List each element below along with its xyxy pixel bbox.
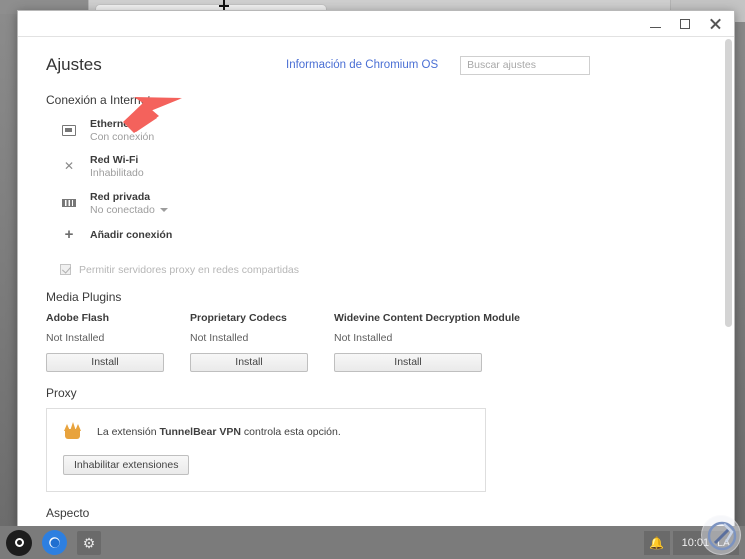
section-title-proxy: Proxy bbox=[46, 385, 77, 400]
plugin-column-proprietary-codecs: Proprietary Codecs Not Installed Install bbox=[190, 312, 334, 372]
maximize-button[interactable] bbox=[670, 11, 700, 37]
crown-icon bbox=[63, 421, 83, 441]
network-status: No conectado bbox=[90, 204, 168, 217]
plugin-name: Proprietary Codecs bbox=[190, 311, 287, 324]
chevron-down-icon[interactable] bbox=[159, 208, 168, 213]
settings-content: Ajustes Información de Chromium OS Conex… bbox=[18, 37, 734, 527]
network-name: Red privada bbox=[90, 190, 151, 203]
vpn-icon bbox=[60, 194, 78, 212]
chromeos-desktop: Ajustes Información de Chromium OS Conex… bbox=[0, 0, 745, 559]
proxy-notice-box: La extensión TunnelBear VPN controla est… bbox=[46, 407, 486, 493]
chromium-os-info-link[interactable]: Información de Chromium OS bbox=[286, 59, 438, 71]
shelf-app-list: ⚙ bbox=[0, 529, 101, 556]
window-controls bbox=[640, 11, 730, 37]
allow-proxy-label: Permitir servidores proxy en redes compa… bbox=[79, 263, 299, 276]
install-button-adobe-flash[interactable]: Install bbox=[46, 352, 164, 372]
install-button-widevine[interactable]: Install bbox=[334, 352, 482, 372]
plugin-name: Widevine Content Decryption Module bbox=[334, 311, 520, 324]
network-status-text: Inhabilitado bbox=[90, 167, 144, 180]
search-input[interactable] bbox=[460, 55, 591, 75]
plugin-status: Not Installed bbox=[334, 331, 393, 344]
allow-proxy-checkbox[interactable] bbox=[60, 264, 71, 276]
network-status: Con conexión bbox=[90, 131, 154, 144]
settings-scrollbar[interactable] bbox=[723, 37, 734, 527]
page-title: Ajustes bbox=[46, 55, 102, 74]
network-list: Ethernet Con conexión ✕ Red Wi-Fi Inhabi… bbox=[46, 113, 706, 248]
network-status: Inhabilitado bbox=[90, 167, 144, 180]
shelf: ⚙ 🔔 10:01 LA bbox=[0, 526, 745, 559]
plugin-status: Not Installed bbox=[190, 331, 249, 344]
plus-icon: + bbox=[64, 225, 74, 243]
network-row-vpn[interactable]: Red privada No conectado bbox=[46, 186, 706, 222]
proxy-notice-prefix: La extensión bbox=[97, 425, 160, 438]
settings-window: Ajustes Información de Chromium OS Conex… bbox=[17, 10, 735, 528]
title-bar[interactable] bbox=[18, 11, 734, 37]
settings-header: Ajustes Información de Chromium OS bbox=[46, 37, 706, 83]
proxy-extension-name: TunnelBear VPN bbox=[159, 425, 241, 438]
allow-proxy-shared-networks-row[interactable]: Permitir servidores proxy en redes compa… bbox=[60, 264, 706, 276]
minimize-icon bbox=[649, 26, 661, 28]
plugin-status: Not Installed bbox=[46, 331, 105, 344]
section-title-appearance: Aspecto bbox=[46, 506, 90, 521]
add-connection-label: Añadir conexión bbox=[90, 228, 173, 241]
plugin-name: Adobe Flash bbox=[46, 311, 110, 324]
scrollbar-thumb[interactable] bbox=[725, 39, 732, 327]
watermark-overlay bbox=[701, 515, 741, 555]
network-name: Ethernet bbox=[90, 118, 133, 130]
minimize-button[interactable] bbox=[640, 11, 670, 37]
section-title-media-plugins: Media Plugins bbox=[46, 289, 122, 304]
network-status-text: No conectado bbox=[90, 203, 155, 216]
notifications-bell-icon[interactable]: 🔔 bbox=[643, 530, 670, 555]
media-plugins-grid: Adobe Flash Not Installed Install Propri… bbox=[46, 312, 706, 372]
add-connection-button[interactable]: + Añadir conexión bbox=[46, 222, 706, 248]
proxy-notice-suffix: controla esta opción. bbox=[240, 425, 341, 438]
plugin-column-widevine: Widevine Content Decryption Module Not I… bbox=[334, 312, 534, 372]
network-status-text: Con conexión bbox=[90, 131, 155, 144]
disable-extensions-button[interactable]: Inhabilitar extensiones bbox=[63, 455, 190, 476]
network-name: Red Wi-Fi bbox=[90, 154, 139, 167]
chromium-icon[interactable] bbox=[42, 530, 67, 555]
launcher-button[interactable] bbox=[6, 529, 32, 556]
proxy-notice-text: La extensión TunnelBear VPN controla est… bbox=[97, 426, 341, 438]
install-button-proprietary-codecs[interactable]: Install bbox=[190, 352, 308, 372]
network-row-wifi[interactable]: ✕ Red Wi-Fi Inhabilitado bbox=[46, 149, 706, 185]
close-icon bbox=[709, 18, 721, 30]
proxy-extension-notice: La extensión TunnelBear VPN controla est… bbox=[63, 421, 469, 441]
settings-icon[interactable]: ⚙ bbox=[77, 530, 101, 555]
network-row-ethernet[interactable]: Ethernet Con conexión bbox=[46, 113, 706, 149]
plugin-column-adobe-flash: Adobe Flash Not Installed Install bbox=[46, 312, 190, 372]
wifi-disabled-icon: ✕ bbox=[63, 158, 75, 173]
close-button[interactable] bbox=[700, 11, 730, 37]
section-title-internet: Conexión a Internet bbox=[46, 93, 151, 107]
maximize-icon bbox=[680, 19, 690, 29]
ethernet-icon bbox=[60, 121, 78, 139]
